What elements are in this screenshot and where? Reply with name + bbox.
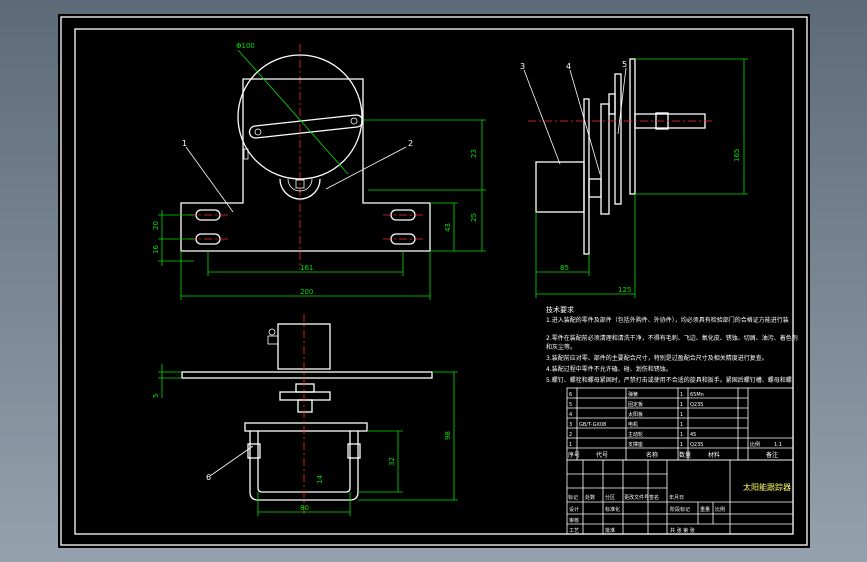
cad-drawing: Φ100 1 2 161 200 23 25 43 20 16 3 4 5 16…: [60, 16, 808, 546]
bom-r6-no: 1: [569, 442, 572, 448]
note-4: 3.装配前应对零、部件的主要配合尺寸，特别是过盈配合尺寸及相关精度进行复查。: [546, 354, 768, 362]
dim-bottom-h2: 32: [388, 457, 396, 466]
bom-r6-qty: 1: [680, 442, 683, 448]
bom-r6-mat: Q235: [690, 442, 703, 448]
bom-h-name: 名称: [646, 451, 658, 459]
note-6: 5.螺钉、螺栓和螺母紧固时，严禁打击或使用不合适的旋具和扳手。紧固后螺钉槽、螺母…: [546, 376, 792, 384]
bom-scale-label: 比例: [750, 441, 760, 448]
dim-side-depth-b: 125: [618, 286, 631, 294]
bom-h-code: 代号: [596, 451, 608, 459]
note-3: 和灰尘等。: [546, 343, 576, 351]
dim-diameter: Φ100: [236, 42, 255, 50]
outer-border: [60, 16, 808, 546]
bom-r4-no: 3: [569, 422, 572, 428]
tb-role-process: 工艺: [569, 528, 579, 534]
bom-r3-name: 太阳板: [628, 411, 643, 418]
dim-bottom-h3: 14: [316, 475, 324, 484]
notes-title: 技术要求: [546, 305, 574, 314]
tb-sign: 签名: [649, 494, 659, 501]
bom-h-no: 序号: [568, 451, 580, 459]
support-base-plate: [180, 78, 431, 252]
bom-table: 6 弹簧 1 65Mn 5 固定板 1 Q235 4 太阳板 1 3 GB/T-…: [566, 387, 794, 461]
tb-mark: 标记: [568, 494, 578, 501]
callout-1: 1: [182, 139, 187, 148]
motor-body: [535, 161, 585, 213]
drawing-title: 太阳能跟踪器: [743, 482, 791, 492]
dim-bottom-h1: 98: [444, 431, 452, 440]
bom-h-remark: 备注: [766, 451, 778, 459]
spring-bracket: [244, 422, 368, 432]
note-2: 2.零件在装配前必须清理和清洗干净，不得有毛刺、飞边、氧化皮、锈蚀、切屑、油污、…: [546, 334, 798, 342]
bom-r2-mat: Q235: [690, 402, 703, 408]
bom-r5-no: 2: [569, 432, 572, 438]
dim-left-a: 20: [152, 221, 160, 230]
callout-2: 2: [408, 139, 413, 148]
bom-r1-qty: 1: [680, 392, 683, 398]
dim-side-height: 165: [733, 149, 741, 162]
bom-r2-name: 固定板: [628, 401, 643, 408]
dim-right-mid: 25: [470, 213, 478, 222]
bom-r2-no: 5: [569, 402, 572, 408]
dim-bottom-left: 5: [152, 394, 160, 398]
bom-r4-code: GB/T-GX08: [579, 422, 606, 428]
bom-r5-mat: 45: [690, 432, 696, 438]
tb-zone: 分区: [605, 494, 615, 501]
tb-role-std: 标准化: [605, 506, 620, 513]
dim-right-low: 43: [444, 223, 452, 232]
dim-side-depth-a: 85: [560, 264, 569, 272]
bom-r5-name: 主动轮: [628, 431, 643, 438]
tb-count: 处数: [585, 494, 595, 501]
bom-h-qty: 数量: [679, 451, 691, 459]
tb-role-scale: 比例: [715, 506, 725, 513]
dim-total-width: 200: [300, 288, 313, 296]
bom-r6-name: 支撑座: [628, 441, 643, 448]
bom-r1-no: 6: [569, 392, 572, 398]
tb-sheet: 共 张 第 张: [670, 527, 695, 534]
bom-r3-qty: 1: [680, 412, 683, 418]
bom-r2-qty: 1: [680, 402, 683, 408]
bom-r1-name: 弹簧: [628, 391, 638, 398]
tb-date: 年月日: [669, 494, 684, 501]
drawing-sheet: Φ100 1 2 161 200 23 25 43 20 16 3 4 5 16…: [58, 14, 810, 548]
bom-r1-mat: 65Mn: [690, 392, 704, 398]
dim-hole-span: 161: [300, 264, 313, 272]
sun-panel-side: [629, 58, 636, 195]
bom-h-mat: 材料: [708, 451, 720, 459]
tb-role-approve: 批准: [605, 527, 615, 534]
bom-r3-no: 4: [569, 412, 572, 418]
bom-r5-qty: 1: [680, 432, 683, 438]
bom-r4-name: 电机: [628, 421, 638, 428]
dim-right-tall: 23: [470, 149, 478, 158]
tb-role-weight: 重量: [700, 506, 710, 513]
side-view: 3 4 5 165 85 125: [520, 58, 748, 298]
callout-4: 4: [566, 62, 571, 71]
tb-change: 更改文件号: [624, 494, 649, 501]
bottom-view: 6 80 98 32 14 5: [152, 314, 458, 516]
note-5: 4.装配过程中零件不允许磕、碰、划伤和锈蚀。: [546, 365, 672, 373]
bom-r4-qty: 1: [680, 422, 683, 428]
front-view: Φ100 1 2 161 200 23 25 43 20 16: [152, 42, 486, 300]
callout-3: 3: [520, 62, 525, 71]
technical-notes: 技术要求 1.进入装配的零件及部件（包括外购件、外协件），均必须具有检验部门的合…: [546, 305, 798, 384]
tb-role-design: 设计: [569, 506, 579, 513]
bom-scale: 1:1: [774, 442, 782, 448]
callout-6: 6: [206, 473, 211, 482]
dim-left-b: 16: [152, 245, 160, 254]
tb-role-review: 审核: [569, 517, 579, 524]
note-1: 1.进入装配的零件及部件（包括外购件、外协件），均必须具有检验部门的合格证方能进…: [546, 316, 789, 324]
callout-5: 5: [622, 60, 627, 69]
tb-role-stage: 阶段标记: [670, 506, 690, 513]
dim-bottom-width: 80: [300, 504, 309, 512]
base-plate-edge: [181, 371, 433, 379]
title-block: 标记 处数 分区 更改文件号 签名 年月日 设计 标准化 阶段标记 重量 比例 …: [566, 459, 794, 535]
